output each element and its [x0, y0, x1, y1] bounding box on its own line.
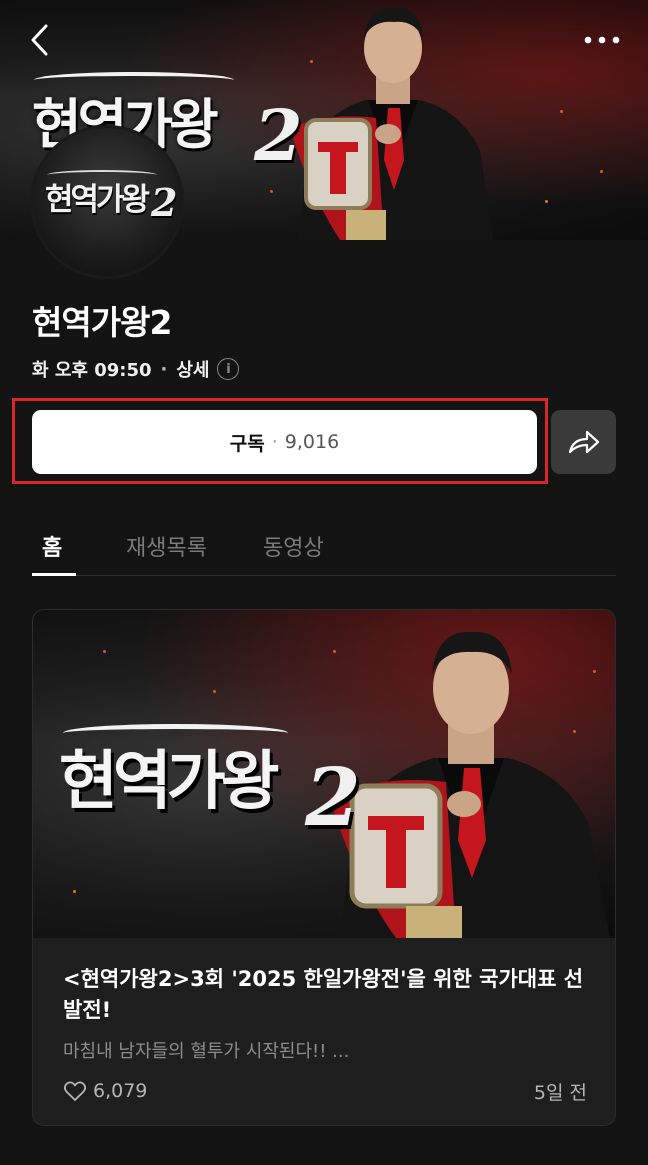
thumbnail-logo-text: 현역가왕 [59, 745, 280, 819]
video-card[interactable]: 현역가왕 2 <현역가왕2>3회 '2025 한일가왕전'을 위한 국가대표 선… [32, 609, 616, 1126]
more-options-button[interactable] [582, 26, 622, 54]
broadcast-schedule: 화 오후 09:50 [32, 360, 152, 381]
heart-icon [63, 1081, 87, 1101]
like-count: 6,079 [93, 1080, 148, 1102]
avatar-logo-text: 현역가왕 [45, 182, 150, 218]
channel-tabs: 홈 재생목록 동영상 [32, 520, 616, 576]
ember-spark [270, 190, 273, 193]
active-tab-indicator [32, 573, 76, 576]
subscriber-count: 9,016 [284, 431, 340, 453]
share-button[interactable] [551, 410, 616, 474]
detail-link[interactable]: 상세 [176, 356, 209, 382]
tab-playlists[interactable]: 재생목록 [126, 530, 207, 562]
banner-logo-number: 2 [254, 94, 303, 177]
ember-spark [545, 200, 548, 203]
ember-spark [103, 650, 106, 653]
subscribe-separator: · [271, 431, 278, 453]
host-figure [290, 7, 493, 240]
video-thumbnail[interactable]: 현역가왕 2 [33, 610, 615, 938]
tab-videos[interactable]: 동영상 [263, 530, 324, 562]
avatar-logo-number: 2 [151, 180, 178, 225]
video-footer: 6,079 5일 전 [63, 1076, 587, 1106]
thumbnail-logo: 현역가왕 2 [59, 720, 361, 844]
subscribe-label: 구독 [229, 432, 265, 455]
ember-spark [73, 890, 76, 893]
video-description: 마침내 남자들의 혈투가 시작된다!! ... [63, 1041, 350, 1062]
ember-spark [560, 110, 563, 113]
ember-spark [600, 170, 603, 173]
ember-spark [213, 690, 216, 693]
tab-home[interactable]: 홈 [42, 530, 62, 562]
channel-avatar: 현역가왕 2 [30, 125, 184, 279]
video-age: 5일 전 [533, 1081, 587, 1104]
channel-meta: 화 오후 09:50 · 상세 i [32, 356, 240, 382]
thumbnail-logo-number: 2 [305, 750, 361, 844]
share-arrow-icon [568, 430, 599, 454]
like-count-group[interactable]: 6,079 [63, 1080, 147, 1102]
thumbnail-host-figure [330, 631, 610, 938]
meta-separator: · [160, 358, 168, 380]
channel-title: 현역가왕2 [32, 303, 172, 342]
subscribe-button[interactable]: 구독 · 9,016 [32, 410, 537, 474]
more-horizontal-icon [584, 36, 620, 44]
back-button[interactable] [26, 22, 56, 58]
video-title[interactable]: <현역가왕2>3회 '2025 한일가왕전'을 위한 국가대표 선발전! [63, 964, 593, 1026]
info-icon[interactable]: i [217, 358, 240, 380]
chevron-left-icon [31, 24, 48, 56]
